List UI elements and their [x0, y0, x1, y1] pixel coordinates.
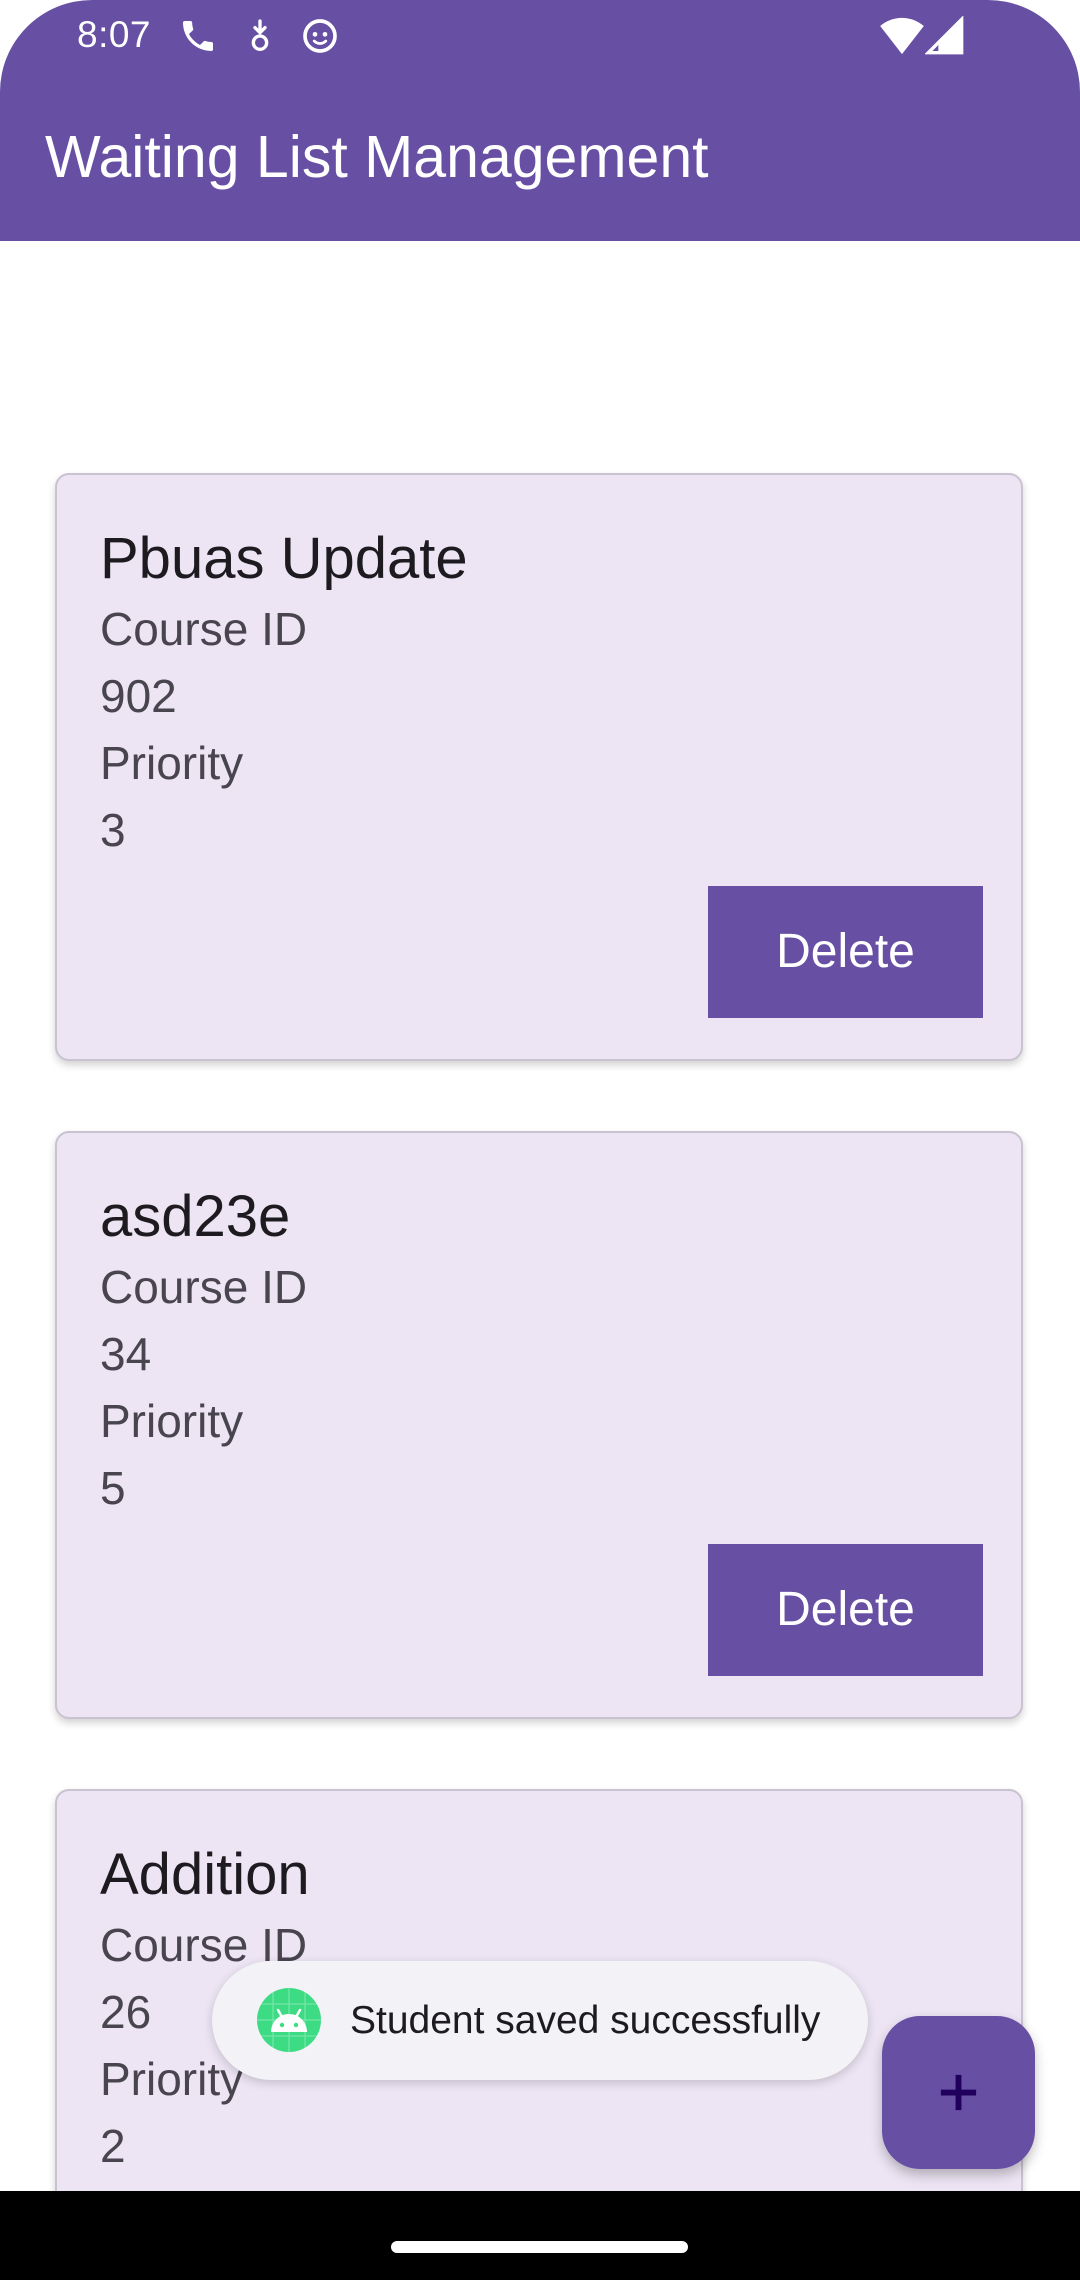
student-name: Addition: [100, 1842, 310, 1907]
add-student-button[interactable]: [882, 2016, 1035, 2169]
student-card: asd23e Course ID 34 Priority 5 Delete: [55, 1131, 1023, 1719]
app-header: 8:07 Waiting List Management: [0, 0, 1080, 241]
student-card: Pbuas Update Course ID 902 Priority 3 De…: [55, 473, 1023, 1061]
student-name: Pbuas Update: [100, 526, 468, 591]
wifi-icon: [880, 16, 924, 56]
download-badge-icon: [240, 16, 280, 56]
delete-button[interactable]: Delete: [708, 886, 983, 1018]
priority-value: 3: [100, 804, 126, 856]
priority-value: 5: [100, 1462, 126, 1514]
status-bar: 8:07: [0, 0, 1080, 70]
priority-label: Priority: [100, 1395, 244, 1447]
toast-message: Student saved successfully: [350, 1999, 821, 2042]
student-name: asd23e: [100, 1184, 291, 1249]
priority-label: Priority: [100, 737, 244, 789]
priority-value: 2: [100, 2120, 126, 2172]
android-icon: [257, 1988, 321, 2052]
home-indicator[interactable]: [391, 2241, 688, 2253]
plus-icon: [940, 2074, 977, 2111]
course-id-value: 34: [100, 1328, 152, 1380]
navigation-bar: [0, 2191, 1080, 2280]
signal-icon: [925, 16, 965, 56]
face-icon: [300, 16, 340, 56]
course-id-value: 26: [100, 1986, 152, 2038]
course-id-value: 902: [100, 670, 177, 722]
course-id-label: Course ID: [100, 603, 308, 655]
priority-label: Priority: [100, 2053, 244, 2105]
app-title: Waiting List Management: [45, 124, 709, 190]
toast: Student saved successfully: [212, 1961, 868, 2080]
status-time: 8:07: [77, 14, 152, 55]
delete-button[interactable]: Delete: [708, 1544, 983, 1676]
phone-icon: [178, 16, 218, 56]
course-id-label: Course ID: [100, 1261, 308, 1313]
student-list[interactable]: Pbuas Update Course ID 902 Priority 3 De…: [0, 241, 1080, 2191]
